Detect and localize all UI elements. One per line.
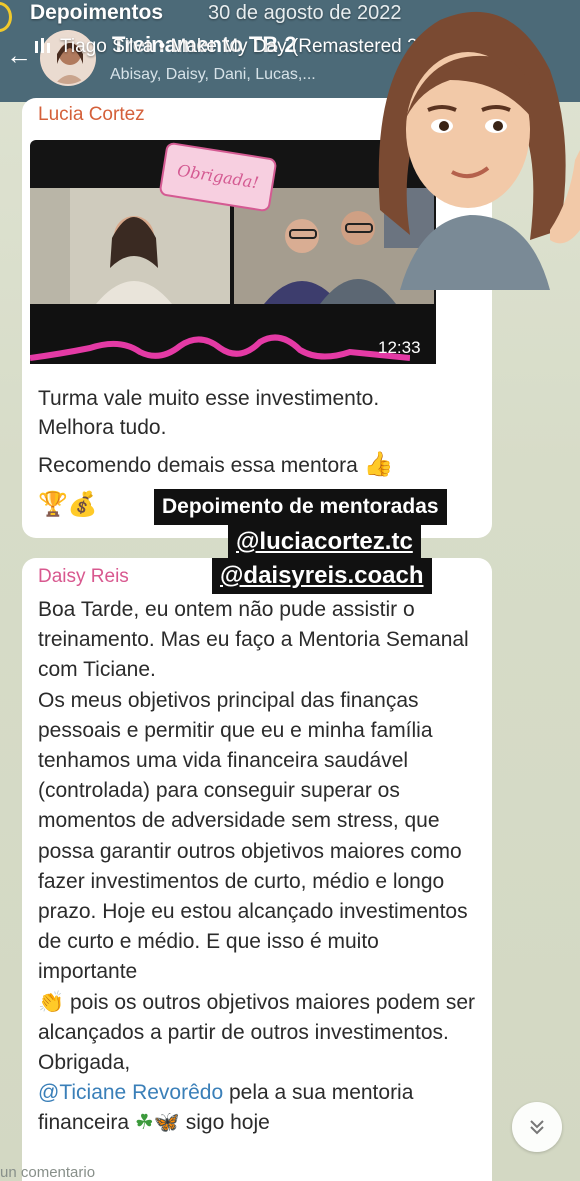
double-chevron-down-icon bbox=[530, 1120, 544, 1135]
back-arrow-icon[interactable]: ← bbox=[6, 40, 36, 70]
message-text-1: Turma vale muito esse investimento. Melh… bbox=[38, 384, 468, 480]
message2-text-c: pois os outros objetivos maiores podem s… bbox=[38, 990, 476, 1075]
video-frame-left bbox=[30, 188, 230, 304]
scroll-down-button[interactable] bbox=[512, 1102, 562, 1152]
comment-hint: un comentario bbox=[0, 1164, 96, 1181]
clap-icon: 👏 bbox=[38, 990, 65, 1014]
message2-text-b: Os meus objetivos principal das finanças… bbox=[38, 688, 468, 984]
story-username[interactable]: Depoimentos bbox=[30, 1, 163, 25]
clover-icon: ☘ bbox=[134, 1111, 154, 1135]
video-duration: 12:33 bbox=[378, 338, 421, 357]
emoji-row: 🏆💰 bbox=[38, 491, 98, 518]
message1-line-3-text: Recomendo demais essa mentora bbox=[38, 454, 358, 477]
message2-text-e: sigo hoje bbox=[179, 1111, 270, 1135]
overlay-caption-1: Depoimento de mentoradas bbox=[154, 489, 447, 525]
message1-line-1: Turma vale muito esse investimento. bbox=[38, 387, 380, 410]
message-sender-1[interactable]: Lucia Cortez bbox=[38, 104, 145, 126]
chat-members: Abisay, Daisy, Dani, Lucas,... bbox=[110, 66, 316, 83]
message1-line-2: Melhora tudo. bbox=[38, 416, 167, 439]
overlay-mention-lucia[interactable]: @luciacortez.tc bbox=[228, 524, 421, 560]
message-text-2: Boa Tarde, eu ontem não pude assistir o … bbox=[38, 595, 483, 1139]
waveform-decoration bbox=[30, 334, 410, 361]
message1-line-3: Recomendo demais essa mentora 👍 bbox=[38, 450, 468, 480]
music-bars-icon bbox=[35, 38, 50, 53]
butterfly-icon: 🦋 bbox=[153, 1111, 180, 1135]
message2-text-a: Boa Tarde, eu ontem não pude assistir o … bbox=[38, 598, 469, 682]
overlay-mention-daisy[interactable]: @daisyreis.coach bbox=[212, 558, 432, 594]
mention-link[interactable]: @Ticiane Revorêdo bbox=[38, 1081, 223, 1104]
avatar-sticker bbox=[378, 11, 580, 290]
message-sender-2[interactable]: Daisy Reis bbox=[38, 566, 129, 588]
thumbs-up-icon: 👍 bbox=[363, 451, 394, 478]
